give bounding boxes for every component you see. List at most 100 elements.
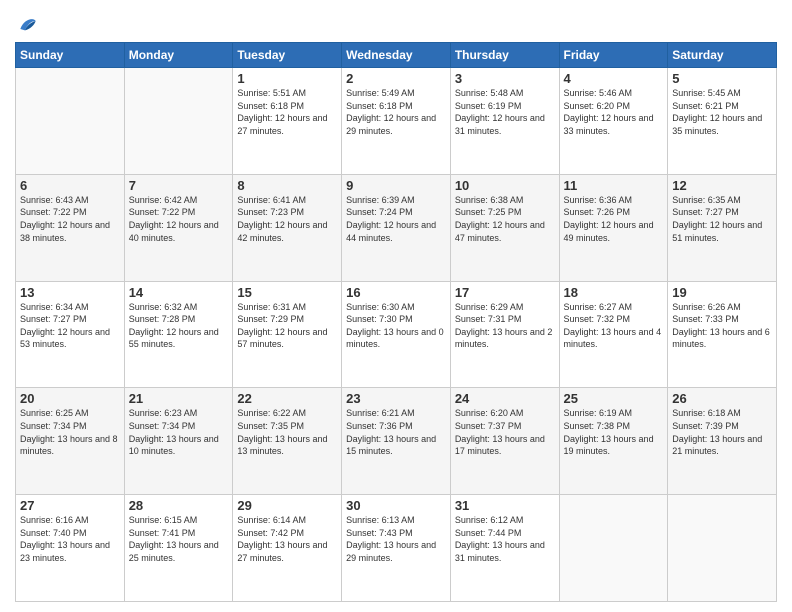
day-number: 9 — [346, 178, 446, 193]
day-info: Sunrise: 6:32 AMSunset: 7:28 PMDaylight:… — [129, 301, 229, 351]
calendar-week-row: 27Sunrise: 6:16 AMSunset: 7:40 PMDayligh… — [16, 495, 777, 602]
day-number: 12 — [672, 178, 772, 193]
calendar-week-row: 1Sunrise: 5:51 AMSunset: 6:18 PMDaylight… — [16, 68, 777, 175]
day-info: Sunrise: 6:39 AMSunset: 7:24 PMDaylight:… — [346, 194, 446, 244]
weekday-header-sunday: Sunday — [16, 43, 125, 68]
calendar-cell: 3Sunrise: 5:48 AMSunset: 6:19 PMDaylight… — [450, 68, 559, 175]
calendar-cell: 4Sunrise: 5:46 AMSunset: 6:20 PMDaylight… — [559, 68, 668, 175]
calendar-cell: 27Sunrise: 6:16 AMSunset: 7:40 PMDayligh… — [16, 495, 125, 602]
day-info: Sunrise: 6:27 AMSunset: 7:32 PMDaylight:… — [564, 301, 664, 351]
day-number: 23 — [346, 391, 446, 406]
calendar-cell: 22Sunrise: 6:22 AMSunset: 7:35 PMDayligh… — [233, 388, 342, 495]
calendar-week-row: 13Sunrise: 6:34 AMSunset: 7:27 PMDayligh… — [16, 281, 777, 388]
day-info: Sunrise: 6:12 AMSunset: 7:44 PMDaylight:… — [455, 514, 555, 564]
day-info: Sunrise: 6:38 AMSunset: 7:25 PMDaylight:… — [455, 194, 555, 244]
day-number: 8 — [237, 178, 337, 193]
calendar-cell: 6Sunrise: 6:43 AMSunset: 7:22 PMDaylight… — [16, 174, 125, 281]
day-number: 7 — [129, 178, 229, 193]
weekday-header-tuesday: Tuesday — [233, 43, 342, 68]
day-info: Sunrise: 6:13 AMSunset: 7:43 PMDaylight:… — [346, 514, 446, 564]
day-number: 5 — [672, 71, 772, 86]
calendar-cell: 8Sunrise: 6:41 AMSunset: 7:23 PMDaylight… — [233, 174, 342, 281]
day-info: Sunrise: 6:21 AMSunset: 7:36 PMDaylight:… — [346, 407, 446, 457]
calendar-table: SundayMondayTuesdayWednesdayThursdayFrid… — [15, 42, 777, 602]
day-info: Sunrise: 6:43 AMSunset: 7:22 PMDaylight:… — [20, 194, 120, 244]
calendar-cell — [668, 495, 777, 602]
day-info: Sunrise: 6:42 AMSunset: 7:22 PMDaylight:… — [129, 194, 229, 244]
day-info: Sunrise: 6:34 AMSunset: 7:27 PMDaylight:… — [20, 301, 120, 351]
weekday-header-monday: Monday — [124, 43, 233, 68]
day-info: Sunrise: 5:51 AMSunset: 6:18 PMDaylight:… — [237, 87, 337, 137]
day-number: 14 — [129, 285, 229, 300]
day-info: Sunrise: 6:26 AMSunset: 7:33 PMDaylight:… — [672, 301, 772, 351]
calendar-cell — [559, 495, 668, 602]
calendar-cell: 17Sunrise: 6:29 AMSunset: 7:31 PMDayligh… — [450, 281, 559, 388]
day-number: 11 — [564, 178, 664, 193]
calendar-cell: 15Sunrise: 6:31 AMSunset: 7:29 PMDayligh… — [233, 281, 342, 388]
calendar-cell: 23Sunrise: 6:21 AMSunset: 7:36 PMDayligh… — [342, 388, 451, 495]
calendar-week-row: 20Sunrise: 6:25 AMSunset: 7:34 PMDayligh… — [16, 388, 777, 495]
calendar-cell: 31Sunrise: 6:12 AMSunset: 7:44 PMDayligh… — [450, 495, 559, 602]
day-info: Sunrise: 6:25 AMSunset: 7:34 PMDaylight:… — [20, 407, 120, 457]
day-info: Sunrise: 6:36 AMSunset: 7:26 PMDaylight:… — [564, 194, 664, 244]
calendar-cell: 30Sunrise: 6:13 AMSunset: 7:43 PMDayligh… — [342, 495, 451, 602]
calendar-cell: 26Sunrise: 6:18 AMSunset: 7:39 PMDayligh… — [668, 388, 777, 495]
day-info: Sunrise: 6:35 AMSunset: 7:27 PMDaylight:… — [672, 194, 772, 244]
day-info: Sunrise: 6:18 AMSunset: 7:39 PMDaylight:… — [672, 407, 772, 457]
day-info: Sunrise: 6:31 AMSunset: 7:29 PMDaylight:… — [237, 301, 337, 351]
day-number: 22 — [237, 391, 337, 406]
calendar-cell — [124, 68, 233, 175]
calendar-cell: 2Sunrise: 5:49 AMSunset: 6:18 PMDaylight… — [342, 68, 451, 175]
day-info: Sunrise: 5:45 AMSunset: 6:21 PMDaylight:… — [672, 87, 772, 137]
day-info: Sunrise: 5:46 AMSunset: 6:20 PMDaylight:… — [564, 87, 664, 137]
calendar-cell: 13Sunrise: 6:34 AMSunset: 7:27 PMDayligh… — [16, 281, 125, 388]
calendar-cell: 14Sunrise: 6:32 AMSunset: 7:28 PMDayligh… — [124, 281, 233, 388]
day-number: 24 — [455, 391, 555, 406]
calendar-cell: 7Sunrise: 6:42 AMSunset: 7:22 PMDaylight… — [124, 174, 233, 281]
weekday-header-wednesday: Wednesday — [342, 43, 451, 68]
weekday-header-row: SundayMondayTuesdayWednesdayThursdayFrid… — [16, 43, 777, 68]
day-info: Sunrise: 5:49 AMSunset: 6:18 PMDaylight:… — [346, 87, 446, 137]
calendar-cell: 10Sunrise: 6:38 AMSunset: 7:25 PMDayligh… — [450, 174, 559, 281]
calendar-cell: 29Sunrise: 6:14 AMSunset: 7:42 PMDayligh… — [233, 495, 342, 602]
day-info: Sunrise: 6:29 AMSunset: 7:31 PMDaylight:… — [455, 301, 555, 351]
day-number: 3 — [455, 71, 555, 86]
day-info: Sunrise: 6:41 AMSunset: 7:23 PMDaylight:… — [237, 194, 337, 244]
day-info: Sunrise: 6:16 AMSunset: 7:40 PMDaylight:… — [20, 514, 120, 564]
day-info: Sunrise: 6:14 AMSunset: 7:42 PMDaylight:… — [237, 514, 337, 564]
page: SundayMondayTuesdayWednesdayThursdayFrid… — [0, 0, 792, 612]
day-info: Sunrise: 6:15 AMSunset: 7:41 PMDaylight:… — [129, 514, 229, 564]
calendar-cell: 28Sunrise: 6:15 AMSunset: 7:41 PMDayligh… — [124, 495, 233, 602]
calendar-cell: 5Sunrise: 5:45 AMSunset: 6:21 PMDaylight… — [668, 68, 777, 175]
day-number: 30 — [346, 498, 446, 513]
calendar-week-row: 6Sunrise: 6:43 AMSunset: 7:22 PMDaylight… — [16, 174, 777, 281]
logo — [15, 14, 37, 34]
calendar-cell: 1Sunrise: 5:51 AMSunset: 6:18 PMDaylight… — [233, 68, 342, 175]
calendar-cell: 24Sunrise: 6:20 AMSunset: 7:37 PMDayligh… — [450, 388, 559, 495]
day-number: 20 — [20, 391, 120, 406]
day-info: Sunrise: 6:30 AMSunset: 7:30 PMDaylight:… — [346, 301, 446, 351]
day-number: 6 — [20, 178, 120, 193]
day-number: 10 — [455, 178, 555, 193]
day-number: 28 — [129, 498, 229, 513]
calendar-cell: 19Sunrise: 6:26 AMSunset: 7:33 PMDayligh… — [668, 281, 777, 388]
calendar-cell: 16Sunrise: 6:30 AMSunset: 7:30 PMDayligh… — [342, 281, 451, 388]
day-number: 15 — [237, 285, 337, 300]
day-number: 25 — [564, 391, 664, 406]
day-info: Sunrise: 6:23 AMSunset: 7:34 PMDaylight:… — [129, 407, 229, 457]
calendar-cell: 18Sunrise: 6:27 AMSunset: 7:32 PMDayligh… — [559, 281, 668, 388]
day-info: Sunrise: 6:20 AMSunset: 7:37 PMDaylight:… — [455, 407, 555, 457]
day-number: 26 — [672, 391, 772, 406]
header — [15, 10, 777, 34]
day-number: 27 — [20, 498, 120, 513]
calendar-cell: 11Sunrise: 6:36 AMSunset: 7:26 PMDayligh… — [559, 174, 668, 281]
calendar: SundayMondayTuesdayWednesdayThursdayFrid… — [15, 42, 777, 602]
day-info: Sunrise: 6:22 AMSunset: 7:35 PMDaylight:… — [237, 407, 337, 457]
day-number: 17 — [455, 285, 555, 300]
day-number: 13 — [20, 285, 120, 300]
weekday-header-saturday: Saturday — [668, 43, 777, 68]
day-number: 1 — [237, 71, 337, 86]
day-number: 2 — [346, 71, 446, 86]
calendar-cell: 12Sunrise: 6:35 AMSunset: 7:27 PMDayligh… — [668, 174, 777, 281]
weekday-header-thursday: Thursday — [450, 43, 559, 68]
